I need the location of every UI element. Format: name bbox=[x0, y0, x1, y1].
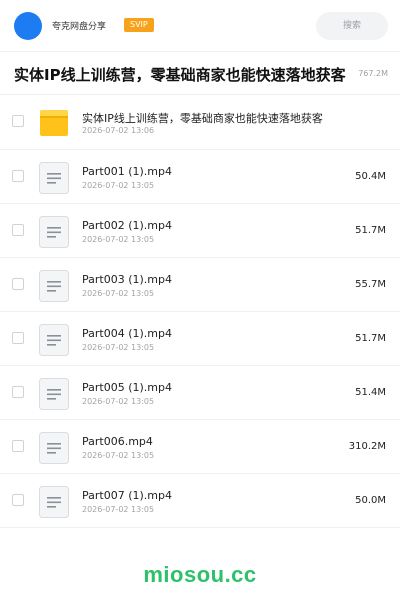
file-date: 2026-07-02 13:05 bbox=[82, 343, 155, 352]
search-button[interactable]: 搜索 bbox=[316, 12, 388, 40]
folder-icon bbox=[40, 110, 68, 136]
file-date: 2026-07-02 13:05 bbox=[82, 397, 155, 406]
top-bar: 夸克网盘分享 SVIP 搜索 bbox=[0, 0, 400, 52]
file-size: 51.4M bbox=[355, 387, 386, 398]
file-date: 2026-07-02 13:05 bbox=[82, 235, 155, 244]
total-size: 767.2M bbox=[358, 69, 388, 78]
file-size: 55.7M bbox=[355, 279, 386, 290]
row-checkbox[interactable] bbox=[12, 440, 24, 452]
row-checkbox[interactable] bbox=[12, 278, 24, 290]
file-name[interactable]: Part002 (1).mp4 bbox=[82, 219, 172, 232]
share-page: 夸克网盘分享 SVIP 搜索 767.2M 实体IP线上训练营，零基础商家也能快… bbox=[0, 0, 400, 600]
list-item[interactable]: Part003 (1).mp4 2026-07-02 13:05 55.7M bbox=[0, 258, 400, 312]
list-item[interactable]: Part006.mp4 2026-07-02 13:05 310.2M bbox=[0, 420, 400, 474]
file-name[interactable]: Part005 (1).mp4 bbox=[82, 381, 172, 394]
file-list: 实体IP线上训练营，零基础商家也能快速落地获客 2026-07-02 13:06… bbox=[0, 95, 400, 528]
list-item[interactable]: Part001 (1).mp4 2026-07-02 13:05 50.4M bbox=[0, 150, 400, 204]
file-name[interactable]: Part006.mp4 bbox=[82, 435, 153, 448]
video-file-icon bbox=[39, 486, 69, 518]
folder-title-row: 767.2M 实体IP线上训练营，零基础商家也能快速落地获客 bbox=[0, 60, 400, 90]
video-file-icon bbox=[39, 162, 69, 194]
file-size: 51.7M bbox=[355, 333, 386, 344]
list-item[interactable]: Part002 (1).mp4 2026-07-02 13:05 51.7M bbox=[0, 204, 400, 258]
page-title: 实体IP线上训练营，零基础商家也能快速落地获客 bbox=[14, 66, 346, 84]
avatar[interactable] bbox=[14, 12, 42, 40]
share-source-name: 夸克网盘分享 bbox=[52, 22, 107, 32]
file-date: 2026-07-02 13:06 bbox=[82, 126, 155, 135]
watermark: miosou.cc bbox=[143, 562, 257, 587]
file-name[interactable]: Part007 (1).mp4 bbox=[82, 489, 172, 502]
video-file-icon bbox=[39, 324, 69, 356]
file-size: 50.0M bbox=[355, 495, 386, 506]
list-item[interactable]: Part007 (1).mp4 2026-07-02 13:05 50.0M bbox=[0, 474, 400, 528]
file-name[interactable]: Part004 (1).mp4 bbox=[82, 327, 172, 340]
file-date: 2026-07-02 13:05 bbox=[82, 181, 155, 190]
list-item[interactable]: Part004 (1).mp4 2026-07-02 13:05 51.7M bbox=[0, 312, 400, 366]
row-checkbox[interactable] bbox=[12, 170, 24, 182]
list-item[interactable]: 实体IP线上训练营，零基础商家也能快速落地获客 2026-07-02 13:06 bbox=[0, 95, 400, 150]
file-name[interactable]: Part003 (1).mp4 bbox=[82, 273, 172, 286]
svip-badge: SVIP bbox=[124, 18, 154, 32]
video-file-icon bbox=[39, 432, 69, 464]
row-checkbox[interactable] bbox=[12, 332, 24, 344]
video-file-icon bbox=[39, 216, 69, 248]
video-file-icon bbox=[39, 270, 69, 302]
file-date: 2026-07-02 13:05 bbox=[82, 505, 155, 514]
file-size: 51.7M bbox=[355, 225, 386, 236]
file-size: 310.2M bbox=[348, 441, 386, 452]
file-date: 2026-07-02 13:05 bbox=[82, 451, 155, 460]
row-checkbox[interactable] bbox=[12, 115, 24, 127]
list-item[interactable]: Part005 (1).mp4 2026-07-02 13:05 51.4M bbox=[0, 366, 400, 420]
row-checkbox[interactable] bbox=[12, 494, 24, 506]
file-date: 2026-07-02 13:05 bbox=[82, 289, 155, 298]
video-file-icon bbox=[39, 378, 69, 410]
row-checkbox[interactable] bbox=[12, 224, 24, 236]
file-name[interactable]: 实体IP线上训练营，零基础商家也能快速落地获客 bbox=[82, 110, 323, 126]
row-checkbox[interactable] bbox=[12, 386, 24, 398]
file-name[interactable]: Part001 (1).mp4 bbox=[82, 165, 172, 178]
file-size: 50.4M bbox=[355, 171, 386, 182]
